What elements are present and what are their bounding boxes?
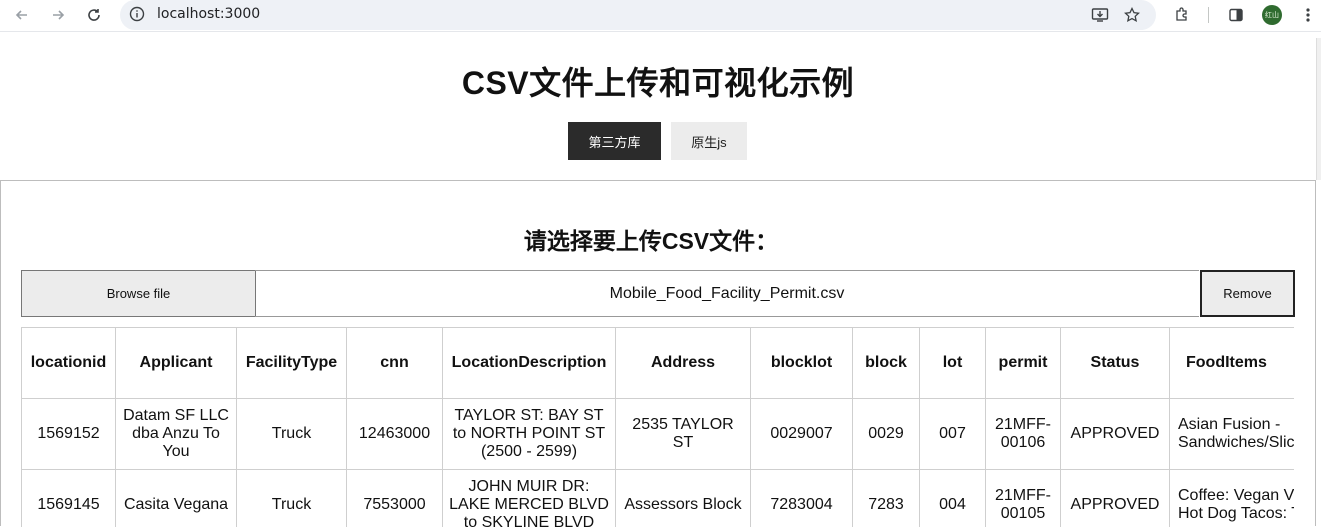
column-header: blocklot	[751, 328, 853, 399]
column-header: lot	[920, 328, 986, 399]
table-header-row: locationid Applicant FacilityType cnn Lo…	[22, 328, 1295, 399]
table-cell: 12463000	[347, 399, 443, 470]
table-cell: 21MFF-00105	[986, 470, 1061, 527]
table-cell: 1569145	[22, 470, 116, 527]
table-cell: APPROVED	[1061, 470, 1170, 527]
csv-table: locationid Applicant FacilityType cnn Lo…	[21, 327, 1294, 527]
table-cell: 2535 TAYLOR ST	[616, 399, 751, 470]
csv-table-container[interactable]: locationid Applicant FacilityType cnn Lo…	[21, 327, 1294, 527]
page-title: CSV文件上传和可视化示例	[0, 58, 1316, 104]
column-header: Address	[616, 328, 751, 399]
selected-file-name: Mobile_Food_Facility_Permit.csv	[255, 270, 1199, 317]
table-cell: 004	[920, 470, 986, 527]
table-cell: Coffee: Vegan Vegan Hot Dog Tacos: Tor	[1170, 470, 1295, 527]
table-cell: Datam SF LLC dba Anzu To You	[116, 399, 237, 470]
url-text: localhost:3000	[157, 6, 260, 22]
table-cell: Casita Vegana	[116, 470, 237, 527]
address-bar[interactable]: localhost:3000	[120, 0, 1156, 30]
upload-title: 请选择要上传CSV文件：	[0, 222, 1302, 256]
table-cell: 007	[920, 399, 986, 470]
column-header: block	[853, 328, 920, 399]
back-icon[interactable]	[11, 4, 33, 26]
table-cell: 21MFF-00106	[986, 399, 1061, 470]
column-header: permit	[986, 328, 1061, 399]
column-header: FacilityType	[237, 328, 347, 399]
table-cell: 7283	[853, 470, 920, 527]
table-cell: 1569152	[22, 399, 116, 470]
file-upload-row: Browse file Mobile_Food_Facility_Permit.…	[21, 270, 1294, 317]
tab-native-js[interactable]: 原生js	[671, 122, 747, 160]
column-header: FoodItems	[1170, 328, 1295, 399]
table-row: 1569152 Datam SF LLC dba Anzu To You Tru…	[22, 399, 1295, 470]
extensions-icon[interactable]	[1172, 5, 1192, 25]
table-cell: 7283004	[751, 470, 853, 527]
forward-icon[interactable]	[47, 4, 69, 26]
column-header: Applicant	[116, 328, 237, 399]
table-cell: 0029007	[751, 399, 853, 470]
reload-icon[interactable]	[83, 4, 105, 26]
profile-avatar[interactable]: 红山	[1262, 5, 1282, 25]
column-header: Status	[1061, 328, 1170, 399]
tab-third-party-lib[interactable]: 第三方库	[568, 122, 661, 160]
table-cell: JOHN MUIR DR: LAKE MERCED BLVD to SKYLIN…	[443, 470, 616, 527]
table-cell: Asian Fusion - Sandwiches/Slic	[1170, 399, 1295, 470]
browse-file-button[interactable]: Browse file	[21, 270, 256, 317]
page-scrollbar[interactable]	[1316, 38, 1321, 180]
table-row: 1569145 Casita Vegana Truck 7553000 JOHN…	[22, 470, 1295, 527]
table-cell: TAYLOR ST: BAY ST to NORTH POINT ST (250…	[443, 399, 616, 470]
bookmark-star-icon[interactable]	[1122, 5, 1142, 25]
remove-file-button[interactable]: Remove	[1200, 270, 1295, 317]
install-app-icon[interactable]	[1090, 5, 1110, 25]
browser-toolbar: localhost:3000 红山	[0, 0, 1321, 32]
table-cell: 7553000	[347, 470, 443, 527]
table-cell: Assessors Block	[616, 470, 751, 527]
table-cell: 0029	[853, 399, 920, 470]
menu-kebab-icon[interactable]	[1298, 5, 1318, 25]
column-header: locationid	[22, 328, 116, 399]
table-cell: APPROVED	[1061, 399, 1170, 470]
column-header: cnn	[347, 328, 443, 399]
column-header: LocationDescription	[443, 328, 616, 399]
side-panel-icon[interactable]	[1226, 5, 1246, 25]
toolbar-separator	[1208, 7, 1209, 23]
table-cell: Truck	[237, 399, 347, 470]
table-cell: Truck	[237, 470, 347, 527]
site-info-icon[interactable]	[129, 6, 145, 22]
